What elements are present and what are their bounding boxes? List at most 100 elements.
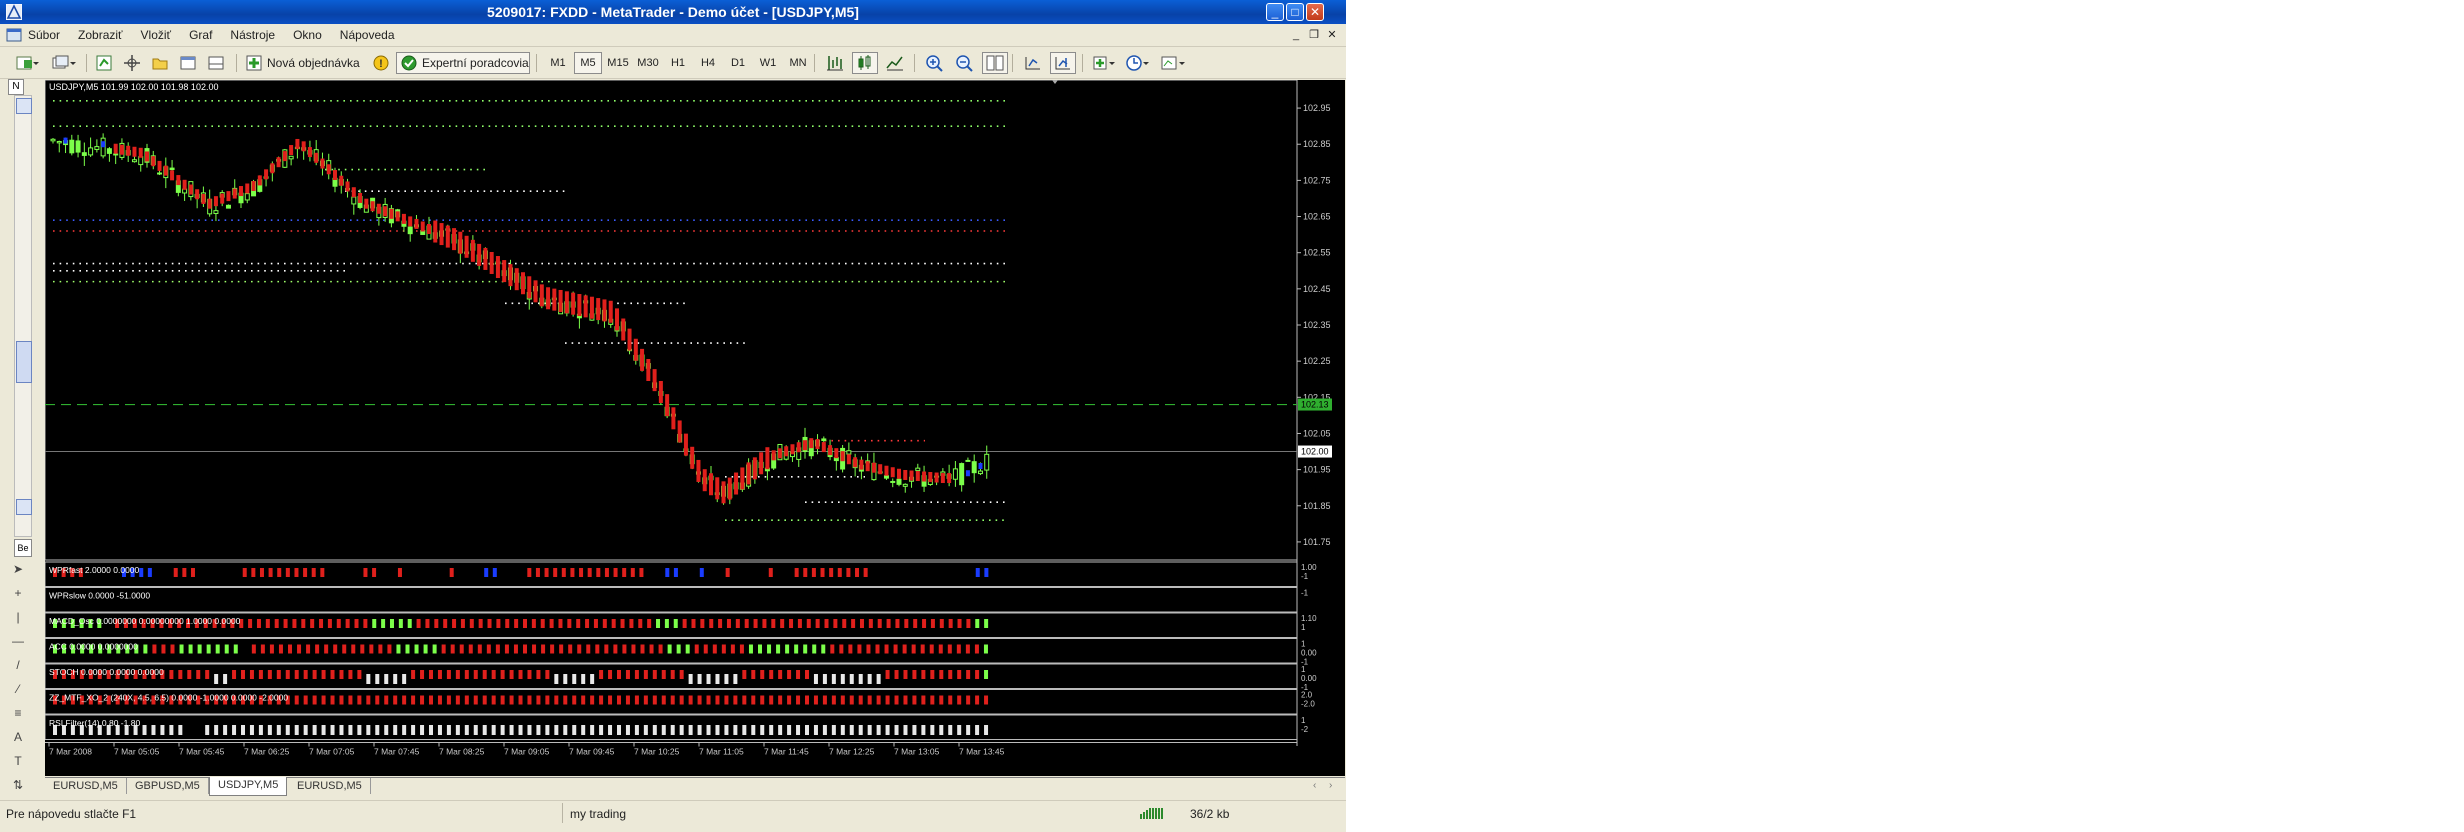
text-icon[interactable]: A — [8, 727, 28, 747]
tabs-scroll-left[interactable]: ‹ — [1313, 780, 1316, 791]
indicator-bar — [939, 725, 944, 735]
menu-tools[interactable]: Nástroje — [230, 28, 275, 42]
timeframe-m5-button[interactable]: M5 — [574, 52, 602, 74]
indicator-bar — [570, 568, 575, 577]
heiken-bar — [940, 473, 945, 484]
timeframe-h1-button[interactable]: H1 — [664, 52, 692, 74]
indicators-button[interactable] — [1090, 52, 1120, 74]
indicator-scale: 1.00 — [1301, 563, 1317, 572]
indicator-bar — [256, 619, 261, 628]
indicator-bar — [948, 725, 953, 735]
indicator-bar — [742, 670, 747, 679]
maximize-button[interactable]: □ — [1286, 3, 1304, 21]
indicator-bar — [957, 670, 962, 679]
indicator-bar — [303, 695, 308, 705]
indicator-bar — [518, 725, 523, 735]
mdi-chart-icon[interactable] — [6, 27, 22, 43]
tab-usdjpy-m5[interactable]: USDJPY,M5 — [209, 777, 288, 796]
indicator-bar — [351, 644, 356, 654]
periods-button[interactable] — [1124, 52, 1154, 74]
indicator-bar — [303, 568, 308, 577]
time-label: 7 Mar 11:45 — [764, 747, 809, 757]
indicator-bar — [629, 619, 634, 628]
line-chart-button[interactable] — [882, 52, 908, 74]
menu-insert[interactable]: Vložiť — [141, 28, 172, 42]
heiken-bar — [558, 289, 563, 312]
indicator-bar — [205, 725, 210, 735]
indicator-bar — [679, 695, 684, 705]
indicator-bar — [670, 725, 675, 735]
label-icon[interactable]: T — [8, 751, 28, 771]
menu-chart[interactable]: Graf — [189, 28, 212, 42]
candle-body — [883, 475, 889, 479]
chart-canvas[interactable]: USDJPY,M5 101.99 102.00 101.98 102.00 102… — [45, 80, 1345, 776]
scroll-thumb[interactable] — [16, 341, 32, 383]
price-chart[interactable]: USDJPY,M5 101.99 102.00 101.98 102.00 102… — [45, 80, 1345, 776]
timeframe-m30-button[interactable]: M30 — [634, 52, 662, 74]
indicator-bar — [214, 674, 219, 684]
tab-gbpusd-m5[interactable]: GBPUSD,M5 — [127, 778, 209, 794]
scroll-up-button[interactable] — [16, 98, 32, 114]
indicator-bar — [776, 644, 781, 654]
chart-shift-button[interactable] — [1020, 52, 1046, 74]
mdi-minimize-button[interactable]: _ — [1288, 27, 1304, 43]
mdi-close-button[interactable]: ✕ — [1324, 27, 1340, 43]
minimize-button[interactable]: _ — [1266, 3, 1284, 21]
status-traffic: 36/2 kb — [1190, 807, 1230, 821]
navigator-scrollbar[interactable] — [14, 95, 32, 537]
indicator-bar — [276, 725, 281, 735]
market-watch-button[interactable] — [92, 52, 116, 74]
channel-icon[interactable]: ≡ — [8, 703, 28, 723]
timeframe-m15-button[interactable]: M15 — [604, 52, 632, 74]
menu-file[interactable]: Súbor — [28, 28, 60, 42]
timeframe-d1-button[interactable]: D1 — [724, 52, 752, 74]
arrows-icon[interactable]: ⇅ — [8, 775, 28, 795]
navigator-button[interactable] — [148, 52, 172, 74]
indicator-bar — [541, 644, 546, 654]
menu-window[interactable]: Okno — [293, 28, 322, 42]
heiken-bar — [564, 291, 569, 314]
timeframe-w1-button[interactable]: W1 — [754, 52, 782, 74]
timeframe-mn-button[interactable]: MN — [784, 52, 812, 74]
indicator-bar — [760, 725, 765, 735]
scroll-down-button[interactable] — [16, 499, 32, 515]
vertical-line-icon[interactable]: | — [8, 607, 28, 627]
terminal-button[interactable] — [176, 52, 200, 74]
navigator-tab[interactable]: Be — [14, 539, 32, 557]
meta-editor-button[interactable]: ! — [370, 52, 392, 74]
profiles-button[interactable] — [50, 52, 78, 74]
indicator-bar — [455, 725, 460, 735]
menu-help[interactable]: Nápoveda — [340, 28, 395, 42]
expert-advisors-button[interactable]: Expertní poradcovia — [396, 52, 530, 74]
close-button[interactable]: ✕ — [1306, 3, 1324, 21]
zoom-out-button[interactable] — [952, 52, 978, 74]
templates-button[interactable] — [1158, 52, 1188, 74]
tab-eurusd-m5[interactable]: EURUSD,M5 — [45, 778, 127, 794]
indicator-bar — [393, 674, 398, 684]
mdi-restore-button[interactable]: ❐ — [1306, 27, 1322, 43]
tabs-scroll-right[interactable]: › — [1329, 780, 1332, 791]
cursor-icon[interactable]: ➤ — [8, 559, 28, 579]
trendline-icon[interactable]: / — [8, 655, 28, 675]
indicator-bar — [805, 695, 809, 705]
bar-chart-button[interactable] — [822, 52, 848, 74]
menu-view[interactable]: Zobraziť — [78, 28, 123, 42]
data-window-button[interactable] — [120, 52, 144, 74]
navigator-stub[interactable]: N — [8, 79, 24, 95]
new-order-button[interactable]: Nová objednávka — [244, 52, 368, 74]
timeframe-m1-button[interactable]: M1 — [544, 52, 572, 74]
indicator-bar — [715, 725, 720, 735]
new-chart-button[interactable] — [14, 52, 42, 74]
tile-windows-button[interactable] — [982, 52, 1008, 74]
signal-marker — [978, 463, 983, 469]
tab-eurusd-m5-2[interactable]: EURUSD,M5 — [289, 778, 371, 794]
crosshair-icon[interactable]: + — [8, 583, 28, 603]
timeframe-h4-button[interactable]: H4 — [694, 52, 722, 74]
tester-button[interactable] — [204, 52, 228, 74]
indicator-bar — [703, 644, 708, 654]
zoom-in-button[interactable] — [922, 52, 948, 74]
fibonacci-icon[interactable]: ⁄ — [8, 679, 28, 699]
candlestick-chart-button[interactable] — [852, 52, 878, 74]
horizontal-line-icon[interactable]: — — [8, 631, 28, 651]
auto-scroll-button[interactable] — [1050, 52, 1076, 74]
